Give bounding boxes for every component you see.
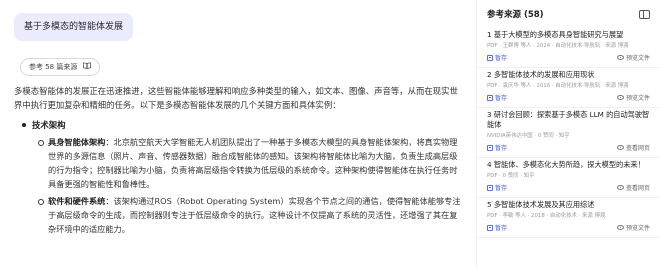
preview-button[interactable]: 预览文件 (616, 93, 650, 102)
panel-header: 参考来源 (58) (477, 0, 660, 28)
reference-item[interactable]: 3 研讨会回顾：探索基于多模态 LLM 的自动驾驶智能体 NVIDIA英伟达中国… (477, 108, 660, 158)
eye-icon (616, 95, 624, 100)
save-button[interactable]: 暂存 (487, 183, 507, 192)
references-panel: 参考来源 (58) 1 基于大模型的多模态具身智能研究与展望 PDF · 王群博… (476, 0, 660, 268)
reference-meta: PDF · 0 赞同 · 知乎 (487, 173, 535, 179)
preview-button[interactable]: 预览文件 (616, 223, 650, 232)
bullet-embodied-architecture: 具身智能体架构：北京航空航天大学智能无人机团队提出了一种基于多模态大模型的具身智… (14, 135, 464, 191)
reference-title[interactable]: 5 多智能体技术发展及其应用综述 (487, 200, 650, 210)
eye-icon (616, 55, 624, 60)
bookmark-icon (487, 144, 493, 151)
reference-item[interactable]: 5 多智能体技术发展及其应用综述 PDF · 李敏 等人 · 2018 · 自动… (477, 198, 660, 238)
chat-area: 基于多模态的智能体发展 参考 58 篇来源 多模态智能体的发展正在迅速推进，这些… (0, 0, 470, 268)
bookmark-icon (487, 94, 493, 101)
answer-body: 多模态智能体的发展正在迅速推进，这些智能体能够理解和响应多种类型的输入，如文本、… (14, 84, 464, 236)
reference-actions: 暂存 预览文件 (487, 223, 650, 232)
preview-button[interactable]: 预览文件 (616, 53, 650, 62)
panel-title: 参考来源 (58) (487, 10, 544, 20)
reference-meta: PDF · 李敏 等人 · 2018 · 自动化技术 · 来源 博渡 (487, 213, 606, 219)
bullet-text: ：北京航空航天大学智能无人机团队提出了一种基于多模态大模型的具身智能体架构，将真… (48, 137, 458, 189)
collapse-panel-icon[interactable] (639, 9, 650, 19)
book-icon (82, 59, 91, 75)
bookmark-icon (487, 184, 493, 191)
reference-item[interactable]: 4 智能体、多模态化大势所趋，探大模型的未来！ PDF · 0 赞同 · 知乎 … (477, 158, 660, 198)
bullet-label: 软件和硬件系统 (48, 196, 106, 206)
reference-item[interactable]: 2 多智能体技术的发展和应用现状 PDF · 袁庆华 等人 · 2016 · 自… (477, 68, 660, 108)
reference-meta: NVIDIA英伟达中国 · 0 赞同 · 知乎 (487, 133, 570, 139)
bullet-software-hardware: 软件和硬件系统：该架构通过ROS（Robot Operating System）… (14, 194, 464, 236)
bullet-label: 具身智能体架构 (48, 137, 106, 147)
reference-item[interactable]: 1 基于大模型的多模态具身智能研究与展望 PDF · 王群博 等人 · 2024… (477, 28, 660, 68)
answer-intro: 多模态智能体的发展正在迅速推进，这些智能体能够理解和响应多种类型的输入，如文本、… (14, 86, 458, 110)
section-heading: 技术架构 (14, 118, 464, 132)
bullet-text: ：该架构通过ROS（Robot Operating System）实现各个节点之… (48, 196, 461, 234)
bookmark-icon (487, 54, 493, 61)
save-button[interactable]: 暂存 (487, 143, 507, 152)
reference-actions: 暂存 预览文件 (487, 53, 650, 62)
reference-actions: 暂存 查看网页 (487, 183, 650, 192)
reference-actions: 暂存 预览文件 (487, 93, 650, 102)
reference-title[interactable]: 4 智能体、多模态化大势所趋，探大模型的未来！ (487, 160, 650, 170)
reference-title[interactable]: 1 基于大模型的多模态具身智能研究与展望 (487, 30, 650, 40)
reference-title[interactable]: 3 研讨会回顾：探索基于多模态 LLM 的自动驾驶智能体 (487, 110, 650, 130)
eye-icon (616, 145, 624, 150)
eye-icon (616, 225, 624, 230)
reference-actions: 暂存 查看网页 (487, 143, 650, 152)
eye-icon (616, 185, 624, 190)
reference-meta: PDF · 袁庆华 等人 · 2016 · 自动化技术·导航轨 · 来源 博渡 (487, 83, 629, 89)
save-button[interactable]: 暂存 (487, 53, 507, 62)
save-button[interactable]: 暂存 (487, 223, 507, 232)
references-pill[interactable]: 参考 58 篇来源 (20, 58, 100, 76)
user-query: 基于多模态的智能体发展 (14, 13, 134, 41)
view-page-button[interactable]: 查看网页 (616, 183, 650, 192)
references-pill-label: 参考 58 篇来源 (29, 63, 78, 71)
bookmark-icon (487, 224, 493, 231)
view-page-button[interactable]: 查看网页 (616, 143, 650, 152)
reference-meta: PDF · 王群博 等人 · 2024 · 自动化技术·导航轨 · 来源 博渡 (487, 43, 629, 49)
reference-title[interactable]: 2 多智能体技术的发展和应用现状 (487, 70, 650, 80)
save-button[interactable]: 暂存 (487, 93, 507, 102)
